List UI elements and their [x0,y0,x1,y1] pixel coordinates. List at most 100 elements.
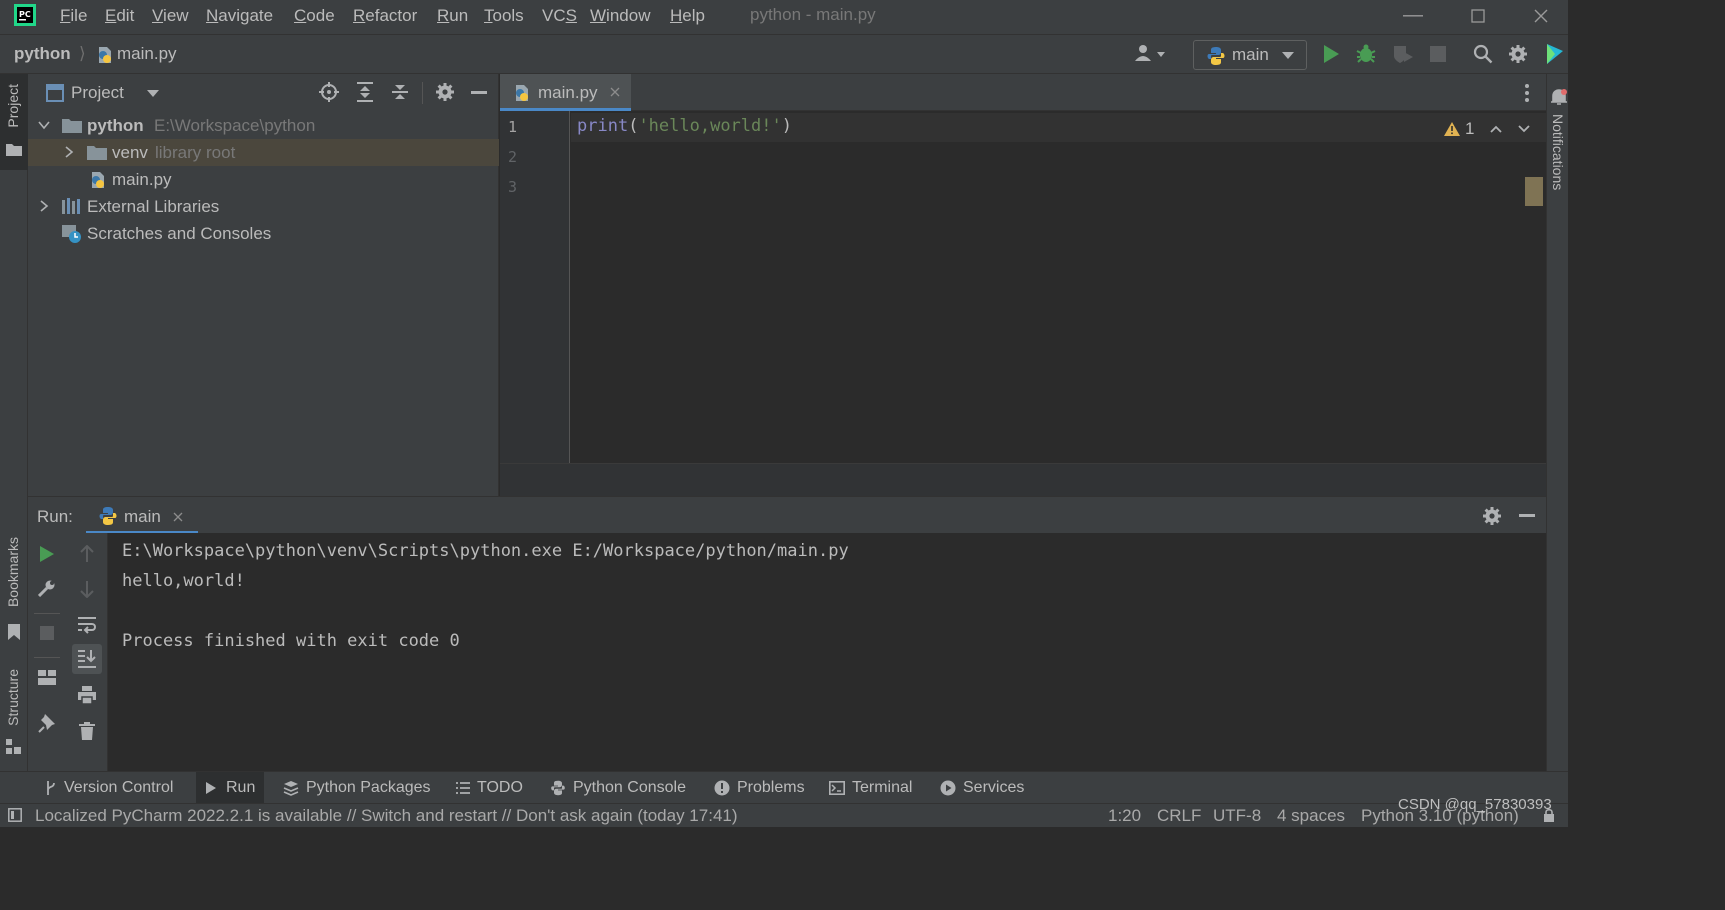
tool-window-todo[interactable]: TODO [447,772,532,804]
menu-code[interactable]: Code [294,6,335,26]
editor-tab-bar: main.py [500,74,1546,111]
code-editor[interactable]: 1 2 3 print('hello,world!') 1 [500,111,1546,463]
library-icon [62,198,82,214]
warning-count: 1 [1465,119,1475,138]
panel-settings-gear-icon[interactable] [435,82,455,102]
tree-item-main-py[interactable]: main.py [28,166,499,193]
tree-item-python-root[interactable]: python E:\Workspace\python [28,112,499,139]
menu-run[interactable]: Run [437,6,468,26]
left-tool-stripe: Project Bookmarks Structure [0,74,28,771]
chevron-right-icon[interactable] [63,146,75,158]
status-message[interactable]: Localized PyCharm 2022.2.1 is available … [35,806,738,826]
scroll-to-end-toggle[interactable] [72,644,102,674]
down-arrow-icon[interactable] [79,580,95,598]
folder-icon [6,142,22,156]
soft-wrap-icon[interactable] [77,616,97,634]
previous-highlight-icon[interactable] [1490,125,1503,133]
maximize-icon[interactable] [1465,4,1491,28]
menu-edit[interactable]: Edit [105,6,134,26]
project-stripe-button[interactable]: Project [0,74,28,170]
wrench-icon[interactable] [38,579,56,597]
project-view-title[interactable]: Project [71,83,124,103]
rerun-icon[interactable] [39,545,55,563]
breadcrumb-project[interactable]: python [14,44,71,64]
minimize-icon[interactable]: — [1400,4,1426,28]
pin-icon[interactable] [38,713,56,733]
menu-navigate[interactable]: Navigate [206,6,273,26]
print-icon[interactable] [77,686,97,704]
hide-panel-icon[interactable] [1519,514,1535,517]
locate-target-icon[interactable] [319,82,339,102]
chevron-right-icon[interactable] [38,200,50,212]
tool-window-terminal[interactable]: Terminal [820,772,921,804]
expand-all-icon[interactable] [356,82,374,102]
notifications-bell-icon[interactable] [1551,88,1567,106]
indent-settings[interactable]: 4 spaces [1277,806,1345,826]
structure-stripe-label[interactable]: Structure [5,669,21,726]
up-arrow-icon[interactable] [79,545,95,563]
tool-window-python-packages[interactable]: Python Packages [274,772,440,804]
bookmarks-stripe-label[interactable]: Bookmarks [5,537,21,607]
run-icon [205,781,217,795]
menu-file[interactable]: File [60,6,87,26]
stop-icon[interactable] [40,626,54,640]
tool-window-python-console[interactable]: Python Console [541,772,695,804]
chevron-down-icon[interactable] [147,90,159,98]
jetbrains-toolbox-icon[interactable] [1545,43,1565,65]
next-highlight-icon[interactable] [1518,125,1531,133]
structure-icon[interactable] [6,739,22,755]
caret-position[interactable]: 1:20 [1108,806,1141,826]
close-window-icon[interactable] [1528,4,1554,28]
tool-window-version-control[interactable]: Version Control [36,772,182,804]
tree-label: External Libraries [87,197,220,216]
project-panel-header: Project [28,74,499,111]
trash-icon[interactable] [79,722,95,740]
tree-item-external-libraries[interactable]: External Libraries [28,193,499,220]
run-config-selector[interactable]: main [1193,40,1307,70]
layout-icon[interactable] [38,670,56,686]
terminal-icon [829,781,845,795]
tree-item-venv[interactable]: venv library root [28,139,499,166]
menu-vcs[interactable]: VCS [542,6,577,26]
more-vertical-icon[interactable] [1524,84,1530,102]
menu-refactor[interactable]: Refactor [353,6,417,26]
menu-help[interactable]: Help [670,6,705,26]
run-tab-main[interactable]: main [86,497,198,534]
collapse-all-icon[interactable] [391,82,409,102]
menu-window[interactable]: Window [590,6,650,26]
tree-item-scratches[interactable]: Scratches and Consoles [28,220,499,247]
menu-view[interactable]: View [152,6,189,26]
folder-icon [62,117,82,133]
toggle-tool-windows-icon[interactable] [8,808,22,822]
vcs-branch-icon [45,780,57,796]
notifications-stripe-label[interactable]: Notifications [1550,114,1566,190]
user-account-icon[interactable] [1133,43,1169,65]
run-toolbar-primary [28,533,66,771]
hide-panel-icon[interactable] [471,91,487,94]
search-icon[interactable] [1473,44,1493,64]
run-panel-settings-gear-icon[interactable] [1482,506,1502,526]
breadcrumb-file[interactable]: main.py [117,44,177,64]
run-icon[interactable] [1322,44,1340,64]
tool-window-problems[interactable]: Problems [705,772,814,804]
menu-tools[interactable]: Tools [484,6,524,26]
tool-window-services[interactable]: Services [931,772,1033,804]
pycharm-logo-icon: PC [14,4,36,26]
tool-window-label: TODO [477,779,523,796]
bookmark-icon[interactable] [7,624,21,640]
inspection-widget[interactable]: 1 [1444,119,1531,139]
scrollbar-warning-marker[interactable] [1525,177,1543,206]
chevron-expanded-icon[interactable] [38,119,50,131]
run-with-coverage-icon[interactable] [1392,44,1414,64]
editor-tab-main-py[interactable]: main.py [500,74,631,111]
stop-icon[interactable] [1430,46,1446,62]
debug-icon[interactable] [1356,44,1376,64]
settings-gear-icon[interactable] [1508,44,1528,64]
line-separator[interactable]: CRLF [1157,806,1201,826]
close-tab-icon[interactable] [610,87,620,97]
run-console-output[interactable]: E:\Workspace\python\venv\Scripts\python.… [108,533,1546,771]
python-file-icon [96,46,114,64]
tool-window-run[interactable]: Run [196,772,265,804]
file-encoding[interactable]: UTF-8 [1213,806,1261,826]
close-tab-icon[interactable] [173,512,183,522]
